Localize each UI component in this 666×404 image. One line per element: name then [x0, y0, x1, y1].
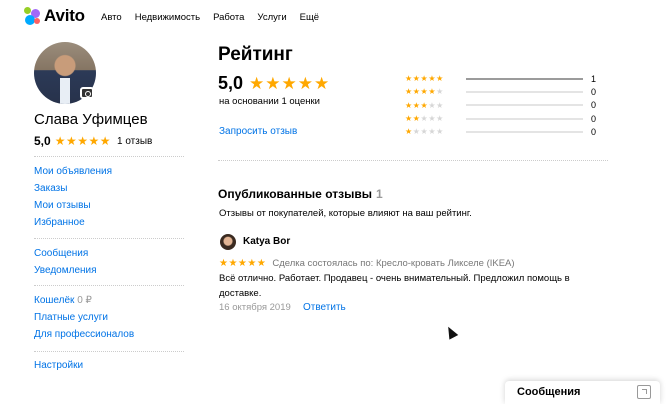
divider — [34, 351, 184, 352]
profile-reviews-count[interactable]: 1 отзыв — [117, 136, 152, 147]
breakdown-stars-icon: ★★★★★ — [405, 100, 444, 110]
breakdown-count: 1 — [591, 73, 597, 84]
overall-stars-icon: ★★★★★ — [249, 73, 331, 93]
sidebar-group-settings: Настройки — [34, 357, 184, 374]
messenger-label: Сообщения — [517, 386, 581, 398]
nav-realty[interactable]: Недвижимость — [135, 12, 200, 23]
page-title: Рейтинг — [218, 44, 293, 65]
mouse-cursor-icon — [443, 324, 459, 340]
breakdown-row-4: ★★★★★ 0 — [405, 85, 605, 98]
sidebar-item-orders[interactable]: Заказы — [34, 180, 184, 197]
sidebar-item-my-reviews[interactable]: Мои отзывы — [34, 197, 184, 214]
published-reviews-title: Опубликованные отзывы 1 — [218, 187, 383, 201]
reviewer-name[interactable]: Katya Bor — [243, 236, 290, 247]
rating-breakdown: ★★★★★ 1 ★★★★★ 0 ★★★★★ 0 ★★★★★ 0 ★★★★★ 0 — [405, 72, 605, 138]
wallet-label: Кошелёк — [34, 295, 75, 306]
camera-icon[interactable] — [80, 87, 94, 99]
overall-rating-value: 5,0 — [218, 73, 244, 93]
sidebar-item-messages[interactable]: Сообщения — [34, 245, 184, 262]
nav-jobs[interactable]: Работа — [213, 12, 244, 23]
breakdown-stars-icon: ★★★★★ — [405, 87, 444, 97]
review-stars-icon: ★★★★★ — [219, 258, 267, 269]
published-reviews-count: 1 — [375, 187, 383, 201]
divider — [34, 238, 184, 239]
sidebar-group-wallet: Кошелёк 0 ₽ Платные услуги Для профессио… — [34, 292, 184, 343]
top-nav: Авто Недвижимость Работа Услуги Ещё — [101, 12, 332, 23]
breakdown-bar — [466, 104, 583, 107]
published-reviews-label: Опубликованные отзывы — [218, 187, 372, 201]
sidebar-item-my-ads[interactable]: Мои объявления — [34, 163, 184, 180]
logo-dots-icon — [24, 7, 40, 25]
breakdown-stars-icon: ★★★★★ — [405, 114, 444, 124]
overall-rating: 5,0 ★★★★★ — [218, 73, 330, 94]
expand-icon[interactable] — [637, 385, 651, 399]
sidebar-item-for-pros[interactable]: Для профессионалов — [34, 326, 184, 343]
breakdown-count: 0 — [591, 113, 597, 124]
breakdown-row-3: ★★★★★ 0 — [405, 99, 605, 112]
reply-link[interactable]: Ответить — [303, 302, 346, 313]
divider — [218, 160, 608, 161]
rating-basis: на основании 1 оценки — [219, 96, 320, 107]
breakdown-count: 0 — [591, 100, 597, 111]
sidebar-item-wallet[interactable]: Кошелёк 0 ₽ — [34, 292, 184, 309]
profile-rating-value: 5,0 — [34, 134, 51, 148]
sidebar-item-favorites[interactable]: Избранное — [34, 214, 184, 231]
breakdown-stars-icon: ★★★★★ — [405, 74, 444, 84]
nav-more[interactable]: Ещё — [300, 12, 319, 23]
avito-logo[interactable]: Avito — [24, 6, 85, 26]
divider — [34, 156, 184, 157]
nav-services[interactable]: Услуги — [257, 12, 286, 23]
breakdown-row-2: ★★★★★ 0 — [405, 112, 605, 125]
review-text: Всё отлично. Работает. Продавец - очень … — [219, 273, 570, 299]
profile-name: Слава Уфимцев — [34, 111, 148, 128]
review-deal: Сделка состоялась по: Кресло-кровать Лик… — [272, 258, 515, 269]
messenger-widget[interactable]: Сообщения — [505, 381, 660, 404]
breakdown-bar — [466, 117, 583, 120]
sidebar-item-settings[interactable]: Настройки — [34, 357, 184, 374]
breakdown-bar — [466, 130, 583, 133]
reviewer-avatar[interactable] — [220, 234, 236, 250]
breakdown-bar — [466, 77, 583, 80]
wallet-balance: 0 ₽ — [77, 295, 92, 306]
breakdown-stars-icon: ★★★★★ — [405, 127, 444, 137]
review-date: 16 октября 2019 — [219, 302, 291, 313]
logo-text: Avito — [44, 6, 85, 25]
sidebar-item-notifications[interactable]: Уведомления — [34, 262, 184, 279]
header: Avito Авто Недвижимость Работа Услуги Ещ… — [0, 0, 666, 34]
divider — [34, 285, 184, 286]
breakdown-row-1: ★★★★★ 0 — [405, 125, 605, 138]
breakdown-count: 0 — [591, 126, 597, 137]
sidebar-group-messages: Сообщения Уведомления — [34, 245, 184, 279]
request-review-link[interactable]: Запросить отзыв — [219, 126, 297, 137]
sidebar-item-paid-services[interactable]: Платные услуги — [34, 309, 184, 326]
nav-auto[interactable]: Авто — [101, 12, 122, 23]
published-reviews-subtitle: Отзывы от покупателей, которые влияют на… — [219, 208, 472, 219]
sidebar-group-ads: Мои объявления Заказы Мои отзывы Избранн… — [34, 163, 184, 231]
profile-rating: 5,0 ★★★★★ 1 отзыв — [34, 134, 152, 148]
breakdown-row-5: ★★★★★ 1 — [405, 72, 605, 85]
breakdown-count: 0 — [591, 86, 597, 97]
profile-stars-icon: ★★★★★ — [54, 134, 111, 148]
breakdown-bar — [466, 90, 583, 93]
review-meta: ★★★★★ Сделка состоялась по: Кресло-крова… — [219, 258, 515, 269]
